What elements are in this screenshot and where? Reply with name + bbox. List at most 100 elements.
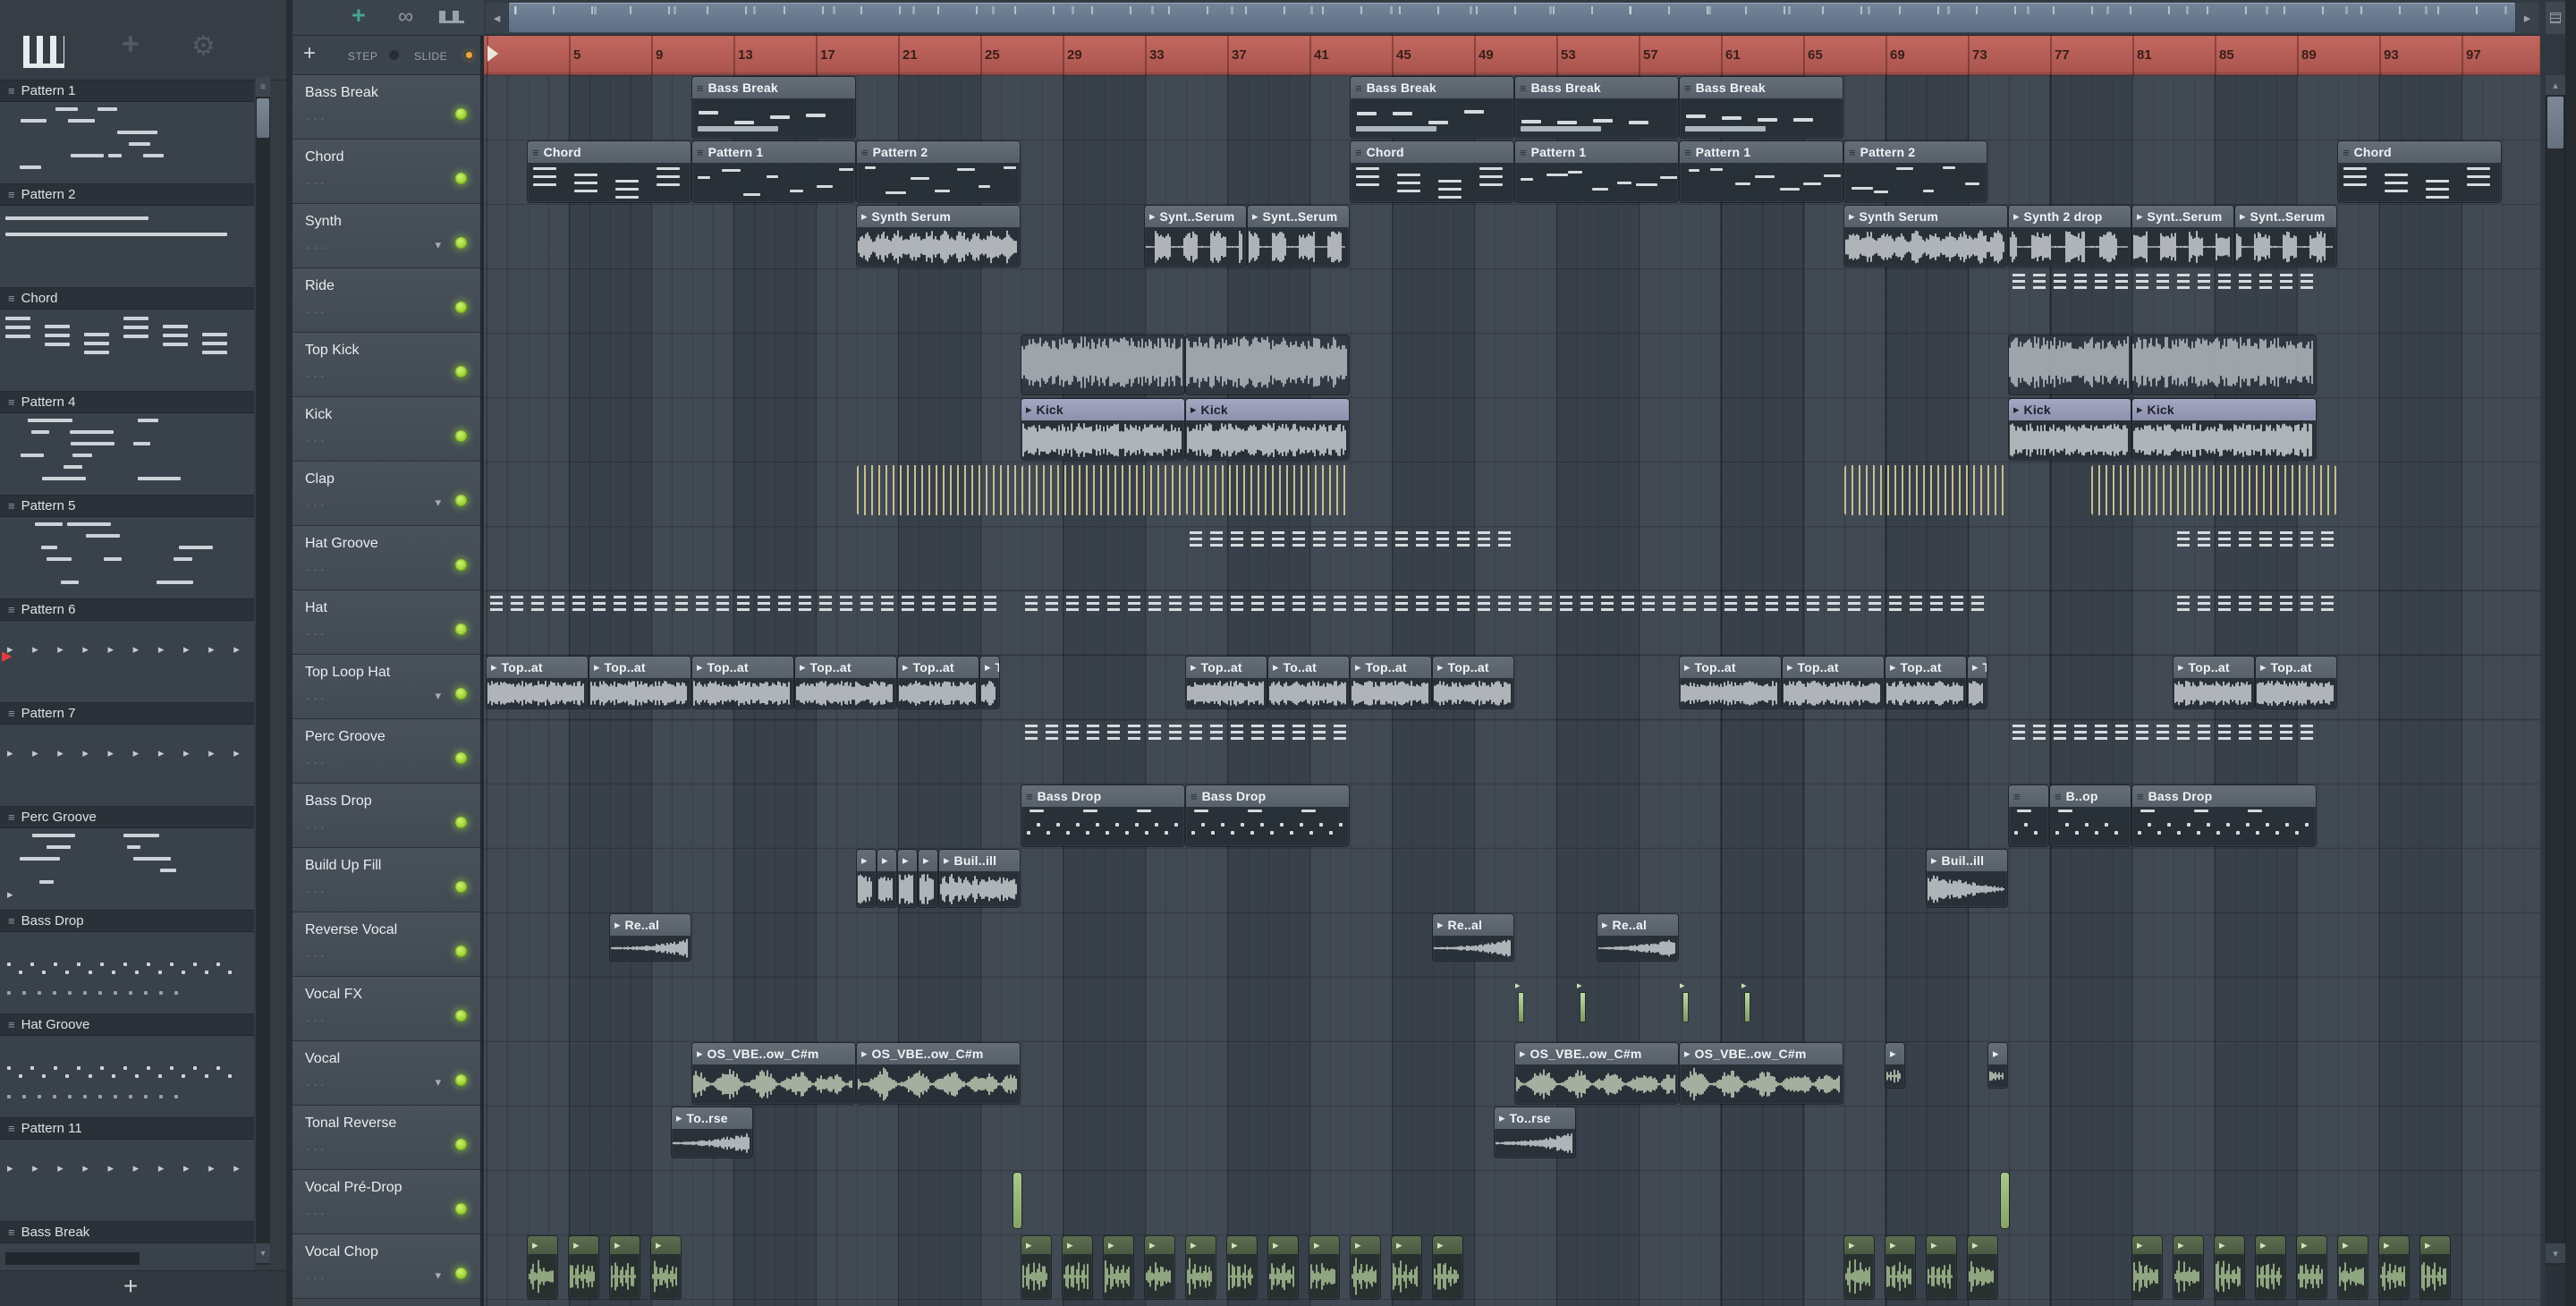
clip-os-vbe-ow-c-m[interactable]: ▸ OS_VBE..ow_C#m: [857, 1043, 1020, 1104]
clip-fx[interactable]: ▸: [1577, 980, 1589, 1029]
playlist-options-icon[interactable]: [2546, 2, 2565, 34]
pattern-scrollbar-thumb[interactable]: [257, 98, 269, 138]
track-collapse-arrow-icon[interactable]: ▾: [435, 496, 441, 510]
scrollbar-grip-icon[interactable]: ≡: [256, 77, 270, 97]
track-mute-led[interactable]: [455, 688, 467, 700]
pattern-item-pattern-4[interactable]: ≡ Pattern 4: [0, 392, 254, 496]
clip-bass-break[interactable]: ≡ Bass Break: [692, 77, 855, 138]
clip-aud[interactable]: ▸: [898, 850, 917, 907]
clip-pattern-2[interactable]: ≡ Pattern 2: [1844, 141, 1987, 202]
clip-top-at[interactable]: ▸ Top..at: [898, 657, 979, 708]
track-mute-led[interactable]: [455, 1268, 467, 1279]
pattern-item-pattern-2[interactable]: ≡ Pattern 2: [0, 184, 254, 288]
clip-strip[interactable]: [1186, 593, 1349, 613]
clip-aud[interactable]: ▸: [1186, 1236, 1216, 1299]
pattern-item-pattern-6[interactable]: ≡ Pattern 6 ▸ ▸ ▸ ▸ ▸ ▸ ▸ ▸ ▸ ▸ ▸ ▸▶: [0, 599, 254, 703]
pattern-item-header[interactable]: ≡ Bass Drop: [0, 911, 254, 932]
clip-bass-break[interactable]: ≡ Bass Break: [1515, 77, 1678, 138]
clip-strip[interactable]: [1021, 593, 1184, 613]
clip-aud[interactable]: ▸: [1968, 1236, 1997, 1299]
pattern-item-pattern-7[interactable]: ≡ Pattern 7 ▸ ▸ ▸ ▸ ▸ ▸ ▸ ▸ ▸ ▸ ▸ ▸: [0, 703, 254, 807]
vertical-scrollbar[interactable]: ▴ ▾: [2546, 75, 2565, 1306]
track-mute-led[interactable]: [455, 430, 467, 442]
clip-top-at[interactable]: ▸ Top..at: [2256, 657, 2336, 708]
scroll-left-button[interactable]: ◂: [486, 3, 508, 33]
clip-aud[interactable]: ▸: [1104, 1236, 1133, 1299]
clip-strip[interactable]: [2174, 593, 2336, 613]
clip-dense[interactable]: [1021, 335, 1184, 394]
track-header-reverse-vocal[interactable]: Reverse Vocal ···: [292, 912, 480, 977]
track-header-hat[interactable]: Hat ···: [292, 590, 480, 655]
clip-ticks[interactable]: [1844, 465, 2007, 515]
clip-top-at[interactable]: ▸ Top..at: [1885, 657, 1966, 708]
clip-aud[interactable]: ▸: [2379, 1236, 2409, 1299]
clip-re-al[interactable]: ▸ Re..al: [1597, 914, 1678, 961]
clip-re-al[interactable]: ▸ Re..al: [1433, 914, 1513, 961]
track-header-hat-groove[interactable]: Hat Groove ···: [292, 526, 480, 590]
clip-buil-ill[interactable]: ▸ Buil..ill: [939, 850, 1020, 907]
clip-aud[interactable]: ▸: [1927, 1236, 1956, 1299]
clip-pattern-1[interactable]: ≡ Pattern 1: [1680, 141, 1843, 202]
add-pattern-button[interactable]: +: [113, 1272, 148, 1301]
pattern-item-chord[interactable]: ≡ Chord: [0, 288, 254, 392]
track-header-top-kick[interactable]: Top Kick ···: [292, 333, 480, 397]
clip-bass-drop[interactable]: ≡ Bass Drop: [2132, 785, 2316, 846]
clip-pat[interactable]: ≡: [2009, 785, 2048, 846]
clip-top-at[interactable]: ▸ Top..at: [1783, 657, 1884, 708]
track-mute-led[interactable]: [455, 623, 467, 635]
performance-mode-icon[interactable]: +: [352, 2, 366, 30]
clip-top-at[interactable]: ▸ Top..at: [1433, 657, 1513, 708]
clip-strip[interactable]: [2132, 271, 2316, 291]
clip-pattern-1[interactable]: ≡ Pattern 1: [692, 141, 855, 202]
clip-aud[interactable]: ▸: [1392, 1236, 1421, 1299]
clip-aud[interactable]: ▸: [651, 1236, 681, 1299]
track-mute-led[interactable]: [455, 1139, 467, 1150]
clip-top-at[interactable]: ▸ Top..at: [692, 657, 793, 708]
track-mute-led[interactable]: [455, 237, 467, 249]
clip-synth-serum[interactable]: ▸ Synth Serum: [857, 206, 1020, 267]
clip-strip[interactable]: [2009, 722, 2131, 742]
clip-aud[interactable]: ▸: [2174, 1236, 2203, 1299]
pattern-item-header[interactable]: ≡ Perc Groove: [0, 807, 254, 828]
track-header-vocal-fx[interactable]: Vocal FX ···: [292, 977, 480, 1041]
slide-toggle[interactable]: [462, 48, 476, 62]
clip-aud[interactable]: ▸: [1844, 1236, 1874, 1299]
clip-ticks[interactable]: [2091, 465, 2336, 515]
pattern-item-hat-groove[interactable]: ≡ Hat Groove: [0, 1014, 254, 1118]
clip-bass-break[interactable]: ≡ Bass Break: [1351, 77, 1513, 138]
track-mute-led[interactable]: [455, 366, 467, 377]
track-header-build-up-fill[interactable]: Build Up Fill ···: [292, 848, 480, 912]
pattern-item-pattern-11[interactable]: ≡ Pattern 11 ▸ ▸ ▸ ▸ ▸ ▸ ▸ ▸ ▸ ▸ ▸ ▸: [0, 1118, 254, 1222]
picker-panel-toggle-icon[interactable]: [439, 11, 464, 23]
pattern-item-header[interactable]: ≡ Pattern 2: [0, 184, 254, 206]
clip-aud[interactable]: ▸: [1268, 1236, 1298, 1299]
clip-pattern-1[interactable]: ≡ Pattern 1: [1515, 141, 1678, 202]
clip-strip[interactable]: [1351, 529, 1513, 548]
clip-synth-2-drop[interactable]: ▸ Synth 2 drop: [2009, 206, 2131, 267]
scroll-up-icon[interactable]: ▴: [2546, 75, 2565, 95]
pattern-list-scrollbar[interactable]: ≡ ▾: [256, 77, 270, 1265]
clip-aud[interactable]: ▸: [569, 1236, 598, 1299]
clip-aud[interactable]: ▸: [1351, 1236, 1380, 1299]
clip-top-at[interactable]: ▸ Top..at: [1186, 657, 1267, 708]
clip-aud[interactable]: ▸: [919, 850, 937, 907]
track-header-top-loop-hat[interactable]: Top Loop Hat ··· ▾: [292, 655, 480, 719]
clip-strip[interactable]: [1186, 529, 1349, 548]
clip-strip[interactable]: [1351, 593, 1678, 613]
pattern-item-header[interactable]: ≡ Pattern 11: [0, 1118, 254, 1140]
clip-to-t[interactable]: ▸To..t: [1968, 657, 1987, 708]
track-mute-led[interactable]: [455, 1010, 467, 1022]
pattern-item-header[interactable]: ≡ Pattern 6: [0, 599, 254, 621]
track-header-synth[interactable]: Synth ··· ▾: [292, 204, 480, 268]
pattern-item-pattern-1[interactable]: ≡ Pattern 1: [0, 81, 254, 184]
track-header-clap[interactable]: Clap ··· ▾: [292, 462, 480, 526]
clip-dense[interactable]: [2132, 335, 2316, 394]
clip-aud[interactable]: ▸: [1885, 1043, 1904, 1088]
clip-fx[interactable]: ▸: [1680, 980, 1692, 1029]
clip-thin[interactable]: [2000, 1173, 2009, 1228]
clip-top-at[interactable]: ▸ Top..at: [487, 657, 588, 708]
clip-strip[interactable]: [2132, 722, 2316, 742]
clip-synt-serum[interactable]: ▸ Synt..Serum: [1145, 206, 1246, 267]
pattern-item-header[interactable]: ≡ Bass Break: [0, 1222, 254, 1243]
clip-thin[interactable]: [1013, 1173, 1021, 1228]
